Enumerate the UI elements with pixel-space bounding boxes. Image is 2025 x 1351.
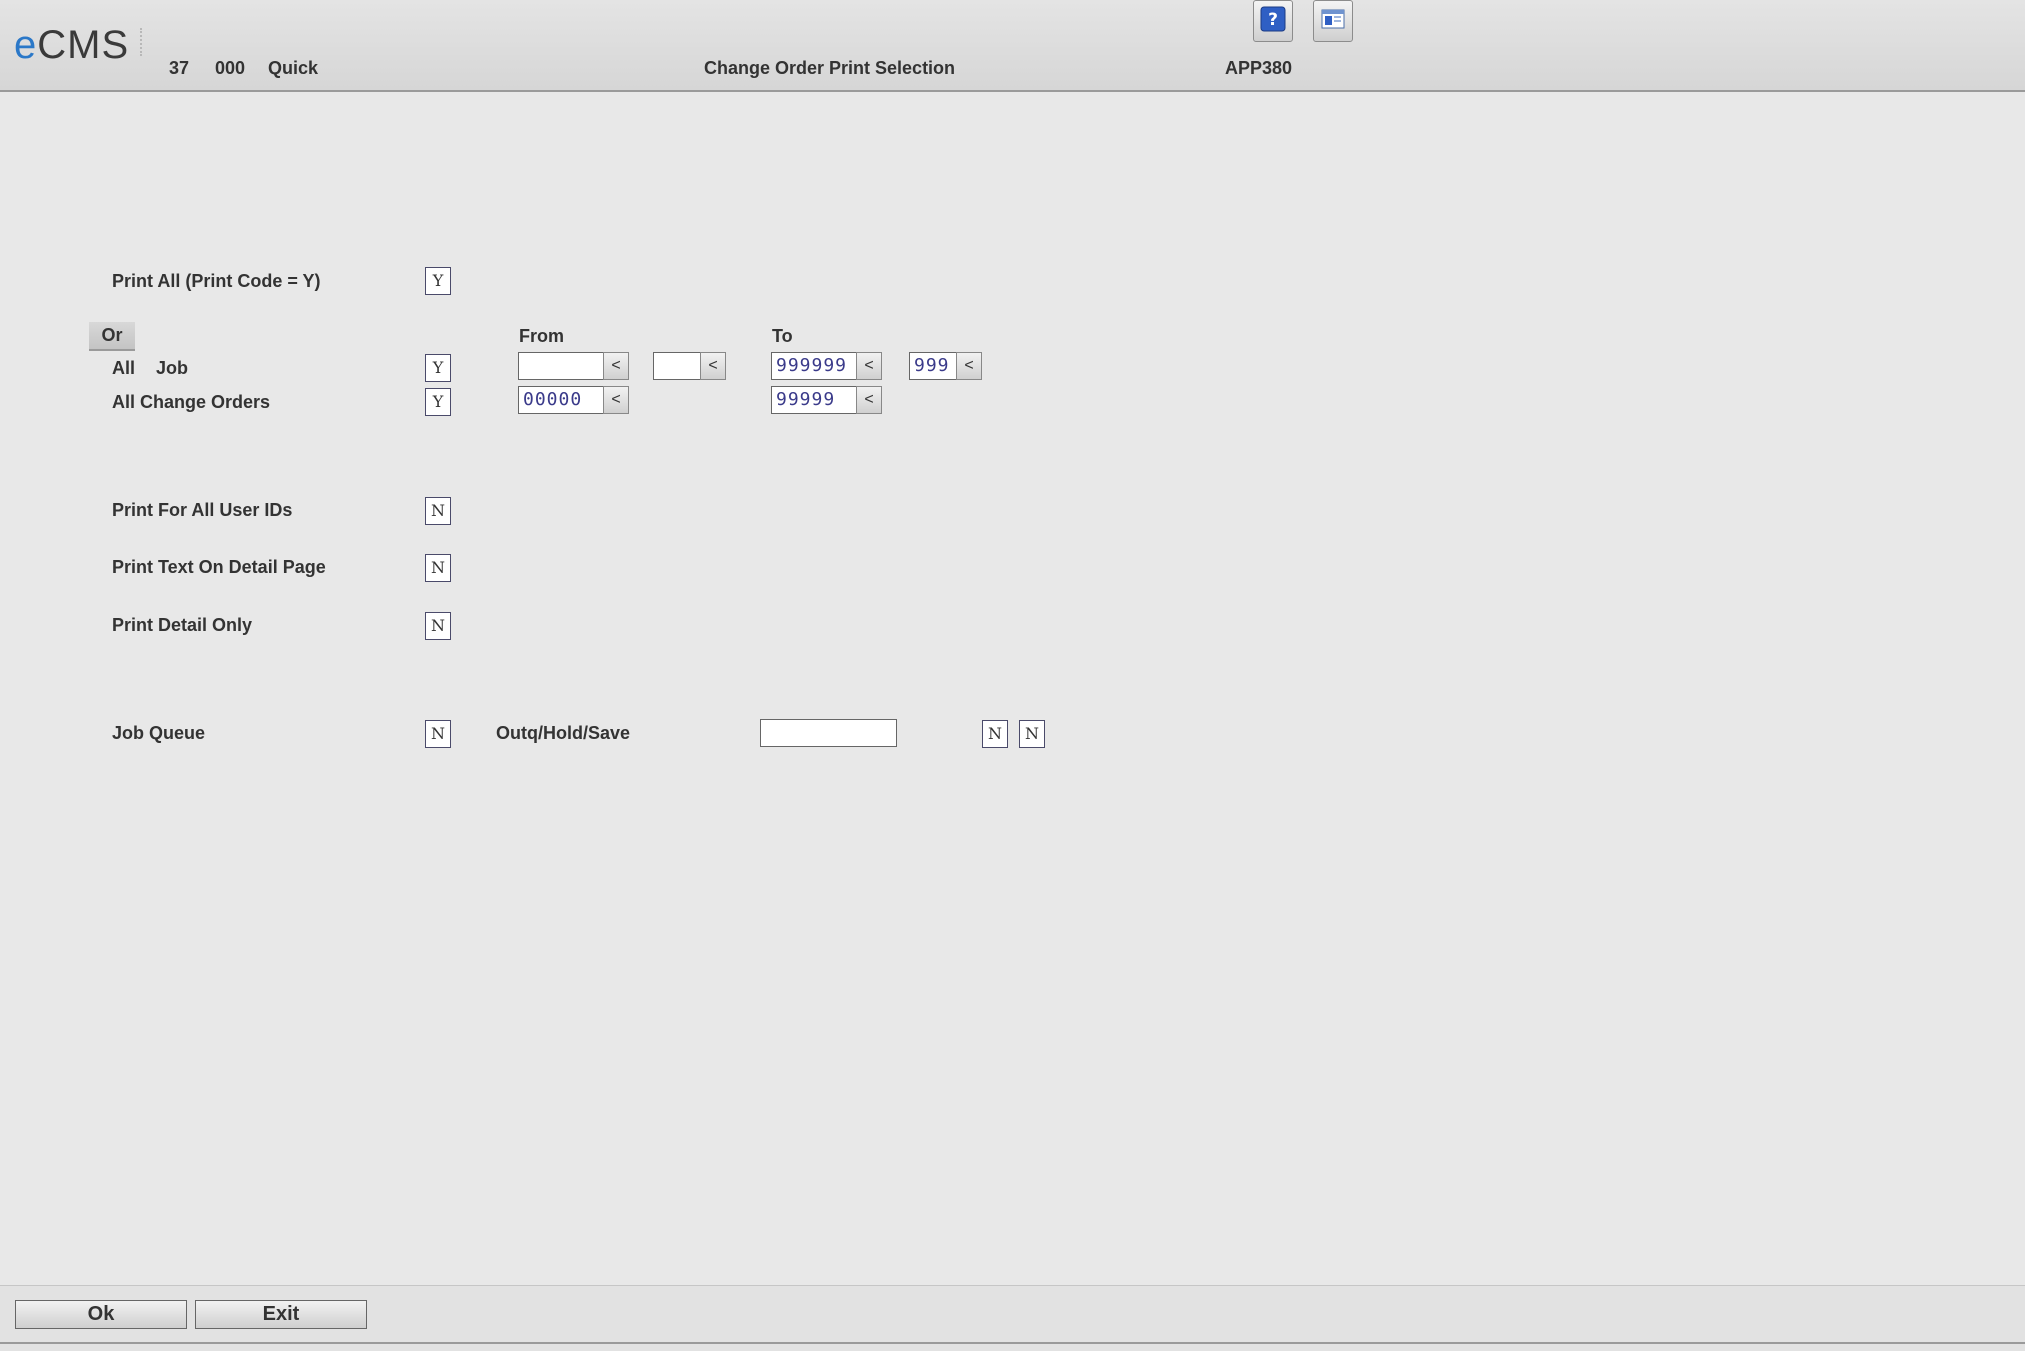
program-id: APP380 — [1225, 58, 1293, 78]
job-to-sub-lookup-button[interactable]: < — [956, 352, 982, 380]
division-number: 000 — [215, 58, 246, 78]
change-order-to-lookup-button[interactable]: < — [856, 386, 882, 414]
window-icon — [1320, 7, 1346, 36]
from-heading: From — [519, 326, 564, 346]
job-to-input[interactable]: 999999 — [771, 352, 857, 380]
print-text-flag[interactable]: N — [425, 554, 451, 582]
bottom-border — [0, 1342, 2025, 1344]
ok-button[interactable]: Ok — [15, 1300, 187, 1329]
all-jobs-flag[interactable]: Y — [425, 354, 451, 382]
help-button[interactable]: ? — [1253, 0, 1293, 42]
to-heading: To — [772, 326, 793, 346]
hold-flag[interactable]: N — [982, 720, 1008, 748]
print-detail-only-flag[interactable]: N — [425, 612, 451, 640]
print-all-label: Print All (Print Code = Y) — [112, 271, 321, 291]
print-all-flag[interactable]: Y — [425, 267, 451, 295]
change-order-to-input[interactable]: 99999 — [771, 386, 857, 414]
job-to-sub-input[interactable]: 999 — [909, 352, 957, 380]
job-from-lookup-button[interactable]: < — [603, 352, 629, 380]
change-order-from-input[interactable]: 00000 — [518, 386, 604, 414]
job-queue-flag[interactable]: N — [425, 720, 451, 748]
job-to-lookup-button[interactable]: < — [856, 352, 882, 380]
svg-text:?: ? — [1268, 10, 1278, 30]
all-change-orders-flag[interactable]: Y — [425, 388, 451, 416]
all-label: All — [112, 358, 136, 378]
outq-input[interactable] — [760, 719, 897, 747]
window-button[interactable] — [1313, 0, 1353, 42]
job-from-sub-lookup-button[interactable]: < — [700, 352, 726, 380]
or-tab: Or — [89, 322, 135, 351]
header-bar: eCMS 37 000 Quick Change Order Print Sel… — [0, 0, 2025, 92]
job-from-sub-input[interactable] — [653, 352, 701, 380]
change-order-from-lookup-button[interactable]: < — [603, 386, 629, 414]
job-queue-label: Job Queue — [112, 723, 206, 743]
page-title: Change Order Print Selection — [704, 58, 956, 78]
all-change-orders-label: All Change Orders — [112, 392, 271, 412]
save-flag[interactable]: N — [1019, 720, 1045, 748]
exit-button[interactable]: Exit — [195, 1300, 367, 1329]
job-from-input[interactable] — [518, 352, 604, 380]
help-icon: ? — [1260, 6, 1286, 37]
mode-label: Quick — [268, 58, 319, 78]
print-all-users-label: Print For All User IDs — [112, 500, 293, 520]
outq-label: Outq/Hold/Save — [496, 723, 631, 743]
print-all-users-flag[interactable]: N — [425, 497, 451, 525]
company-number: 37 — [169, 58, 190, 78]
print-detail-only-label: Print Detail Only — [112, 615, 253, 635]
logo-separator — [140, 28, 142, 56]
print-text-label: Print Text On Detail Page — [112, 557, 326, 577]
job-label: Job — [156, 358, 189, 378]
ecms-logo: eCMS — [14, 23, 130, 67]
